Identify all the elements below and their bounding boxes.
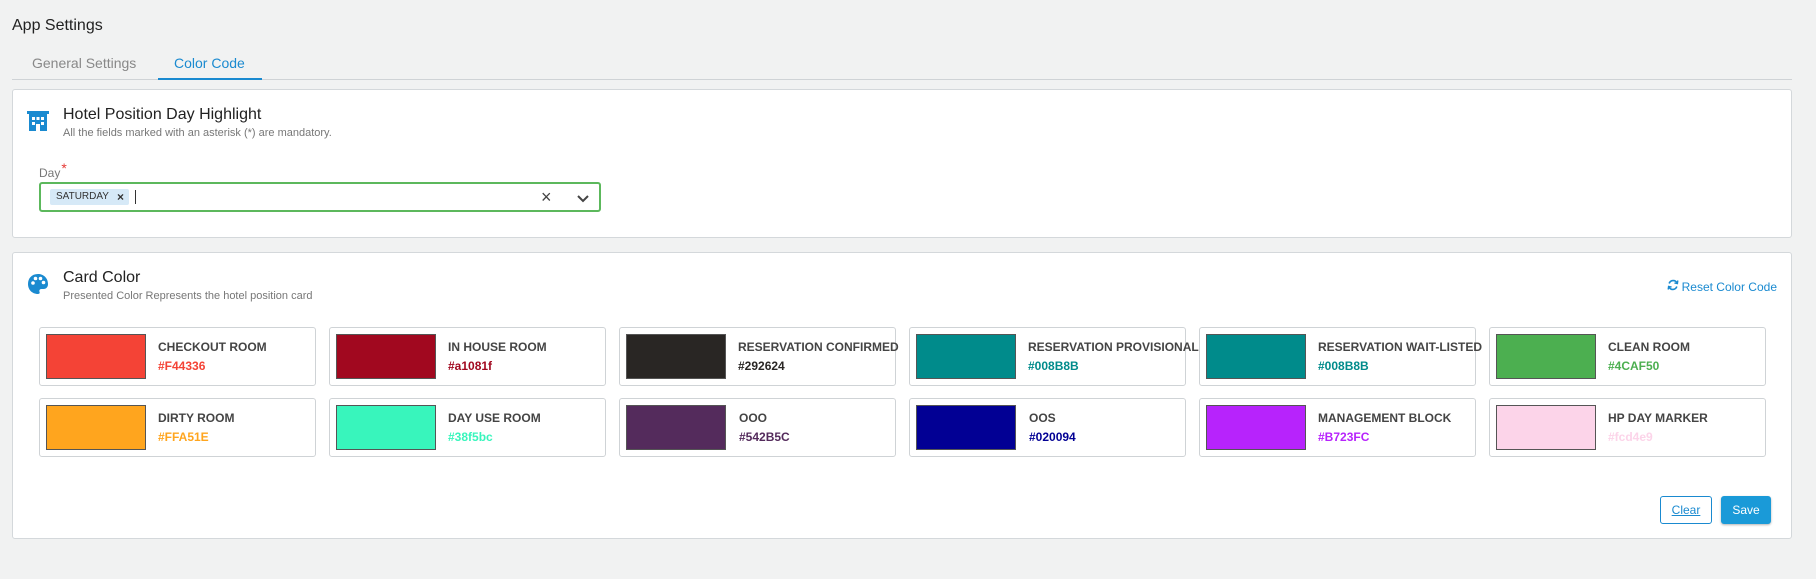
color-card-name: RESERVATION PROVISIONAL: [1028, 340, 1199, 354]
day-chip: SATURDAY ×: [50, 189, 129, 205]
panel-subtitle: Presented Color Represents the hotel pos…: [63, 290, 313, 302]
color-swatch[interactable]: [46, 405, 146, 450]
color-card-hex: #4CAF50: [1608, 359, 1660, 373]
color-swatch[interactable]: [916, 405, 1016, 450]
hotel-position-panel: Hotel Position Day Highlight All the fie…: [12, 89, 1792, 238]
color-swatch[interactable]: [626, 334, 726, 379]
reset-color-code-label: Reset Color Code: [1681, 279, 1777, 294]
color-card[interactable]: DAY USE ROOM #38f5bc: [329, 398, 606, 457]
color-card-hex: #292624: [738, 359, 785, 373]
color-card-hex: #F44336: [158, 359, 206, 373]
color-card-name: OOS: [1029, 411, 1056, 425]
color-swatch[interactable]: [1496, 405, 1596, 450]
page-title: App Settings: [12, 17, 103, 34]
color-card-name: DIRTY ROOM: [158, 411, 235, 425]
color-swatch[interactable]: [626, 405, 726, 450]
color-card-hex: #542B5C: [739, 430, 790, 444]
color-card[interactable]: RESERVATION CONFIRMED #292624: [619, 327, 899, 386]
color-card-name: MANAGEMENT BLOCK: [1318, 411, 1452, 425]
active-tab-indicator: [158, 78, 262, 80]
day-select[interactable]: SATURDAY × ×: [39, 182, 601, 212]
color-card[interactable]: CLEAN ROOM #4CAF50: [1489, 327, 1766, 386]
clear-button[interactable]: Clear: [1660, 496, 1712, 524]
color-card-hex: #020094: [1029, 430, 1076, 444]
tab-bar: General Settings Color Code: [12, 48, 1792, 80]
color-swatch[interactable]: [1206, 405, 1306, 450]
tab-general-settings[interactable]: General Settings: [32, 55, 136, 71]
color-card-name: DAY USE ROOM: [448, 411, 541, 425]
panel-subtitle: All the fields marked with an asterisk (…: [63, 127, 332, 139]
panel-title: Hotel Position Day Highlight: [63, 106, 262, 123]
color-swatch[interactable]: [46, 334, 146, 379]
refresh-icon: [1667, 279, 1679, 294]
day-chip-label: SATURDAY: [56, 191, 109, 202]
color-card[interactable]: OOO #542B5C: [619, 398, 896, 457]
text-caret: [135, 190, 136, 204]
clear-selection-icon[interactable]: ×: [541, 187, 552, 208]
color-swatch[interactable]: [1496, 334, 1596, 379]
tab-color-code[interactable]: Color Code: [174, 55, 245, 71]
color-card-name: CLEAN ROOM: [1608, 340, 1690, 354]
color-card-name: RESERVATION CONFIRMED: [738, 340, 899, 354]
color-card-name: OOO: [739, 411, 768, 425]
color-card-name: IN HOUSE ROOM: [448, 340, 547, 354]
panel-title: Card Color: [63, 269, 141, 286]
color-card-hex: #a1081f: [448, 359, 493, 373]
color-card[interactable]: OOS #020094: [909, 398, 1186, 457]
color-card-hex: #38f5bc: [448, 430, 493, 444]
color-swatch[interactable]: [916, 334, 1016, 379]
required-mark: *: [61, 160, 67, 176]
color-swatch[interactable]: [336, 405, 436, 450]
palette-icon: [27, 273, 49, 295]
color-card-hex: #B723FC: [1318, 430, 1370, 444]
color-swatch[interactable]: [336, 334, 436, 379]
color-card[interactable]: RESERVATION WAIT-LISTED #008B8B: [1199, 327, 1482, 386]
color-swatch[interactable]: [1206, 334, 1306, 379]
color-card[interactable]: MANAGEMENT BLOCK #B723FC: [1199, 398, 1476, 457]
reset-color-code-link[interactable]: Reset Color Code: [1667, 279, 1777, 294]
card-color-panel: Card Color Presented Color Represents th…: [12, 252, 1792, 539]
save-button[interactable]: Save: [1721, 496, 1771, 524]
color-card-name: RESERVATION WAIT-LISTED: [1318, 340, 1483, 354]
color-card-hex: #fcd4e9: [1608, 430, 1653, 444]
color-card-name: HP DAY MARKER: [1608, 411, 1708, 425]
building-icon: [27, 110, 49, 132]
color-card[interactable]: CHECKOUT ROOM #F44336: [39, 327, 316, 386]
day-field-label: Day*: [39, 160, 67, 180]
color-card-hex: #008B8B: [1318, 359, 1369, 373]
color-card-hex: #FFA51E: [158, 430, 209, 444]
chevron-down-icon[interactable]: [574, 189, 592, 207]
color-card[interactable]: IN HOUSE ROOM #a1081f: [329, 327, 606, 386]
color-card-name: CHECKOUT ROOM: [158, 340, 267, 354]
chip-remove-icon[interactable]: ×: [117, 189, 124, 205]
color-card[interactable]: RESERVATION PROVISIONAL #008B8B: [909, 327, 1199, 386]
color-card[interactable]: HP DAY MARKER #fcd4e9: [1489, 398, 1766, 457]
color-card[interactable]: DIRTY ROOM #FFA51E: [39, 398, 316, 457]
color-card-hex: #008B8B: [1028, 359, 1079, 373]
